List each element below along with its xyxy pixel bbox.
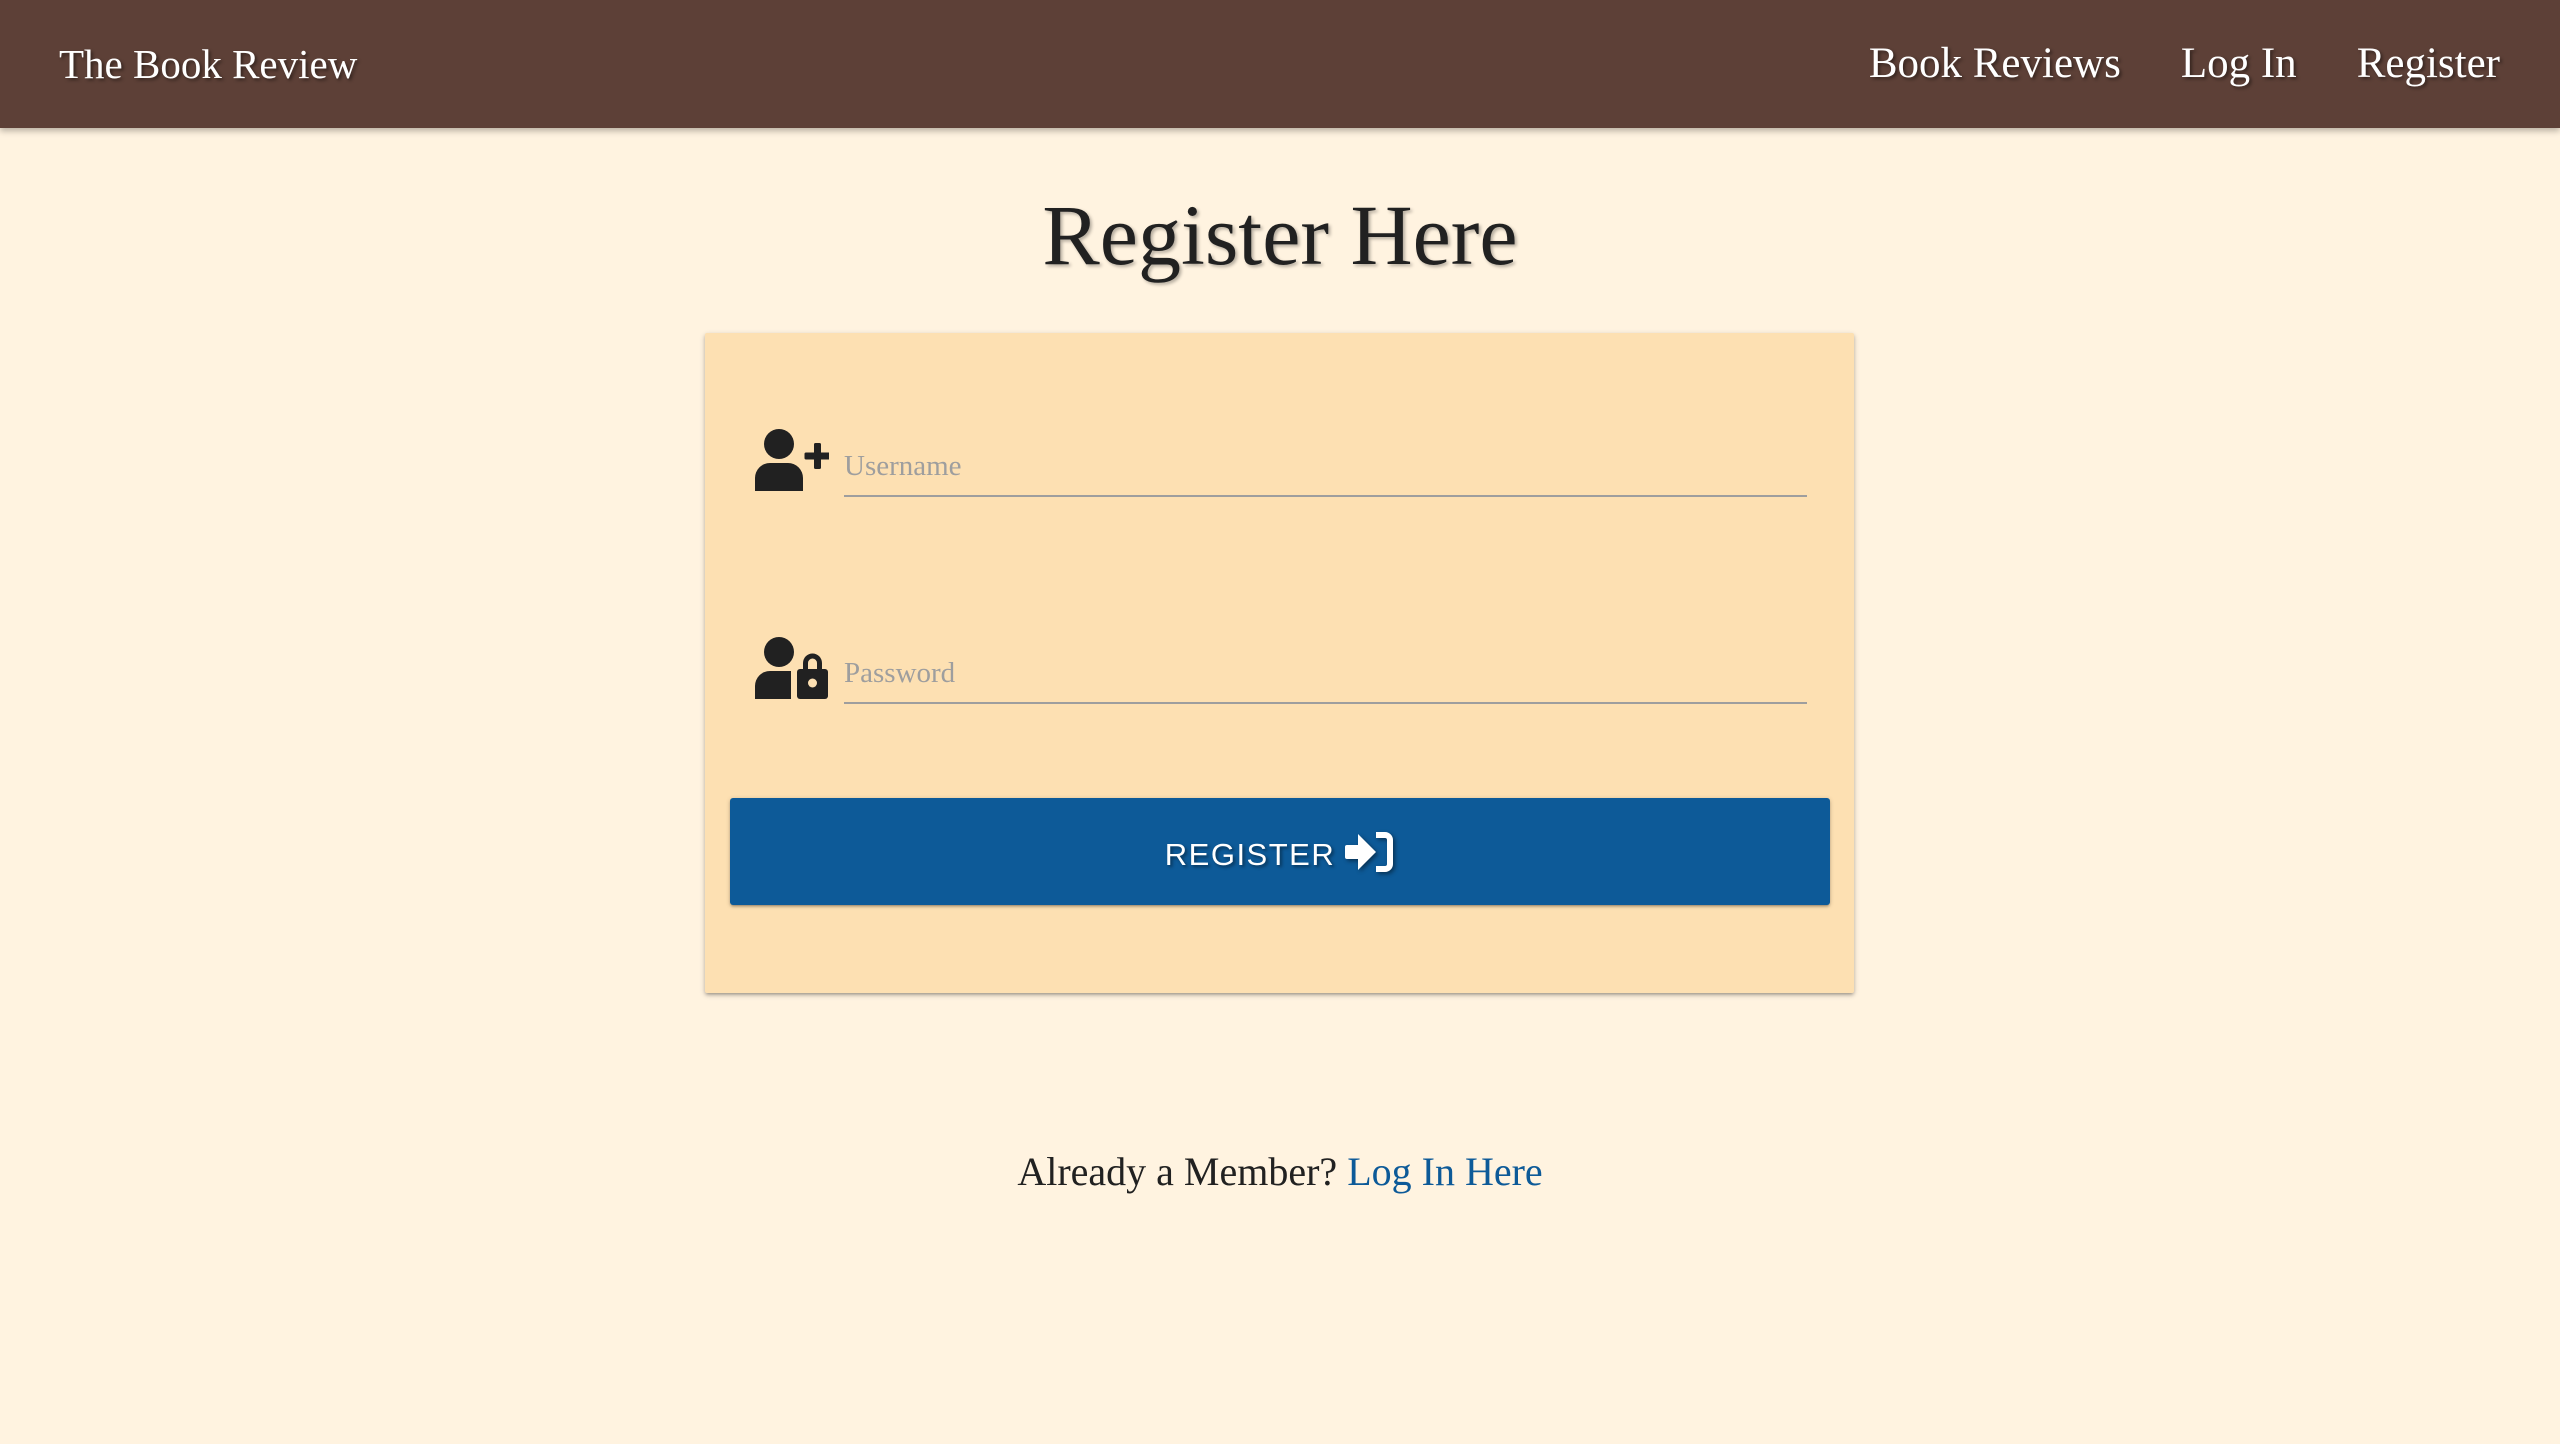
- register-button-label: REGISTER: [1164, 837, 1336, 872]
- log-in-here-link[interactable]: Log In Here: [1347, 1149, 1542, 1194]
- navbar: The Book Review Book Reviews Log In Regi…: [0, 0, 2560, 128]
- nav-link-book-reviews[interactable]: Book Reviews: [1839, 0, 2151, 128]
- already-member-text: Already a Member?: [1017, 1149, 1338, 1194]
- username-input[interactable]: [844, 437, 1807, 497]
- nav-links: Book Reviews Log In Register: [1839, 0, 2530, 128]
- already-member-line: Already a Member? Log In Here: [0, 1144, 2560, 1200]
- register-button[interactable]: REGISTER: [730, 798, 1830, 905]
- sign-in-icon: [1343, 830, 1395, 874]
- nav-link-register[interactable]: Register: [2327, 0, 2530, 128]
- page-title: Register Here: [1042, 187, 1518, 283]
- brand-logo-link[interactable]: The Book Review: [59, 0, 357, 128]
- nav-link-log-in[interactable]: Log In: [2151, 0, 2327, 128]
- user-lock-icon: [753, 635, 829, 699]
- register-form-card: REGISTER: [705, 333, 1854, 993]
- password-input[interactable]: [844, 644, 1807, 704]
- user-plus-icon: [753, 427, 831, 491]
